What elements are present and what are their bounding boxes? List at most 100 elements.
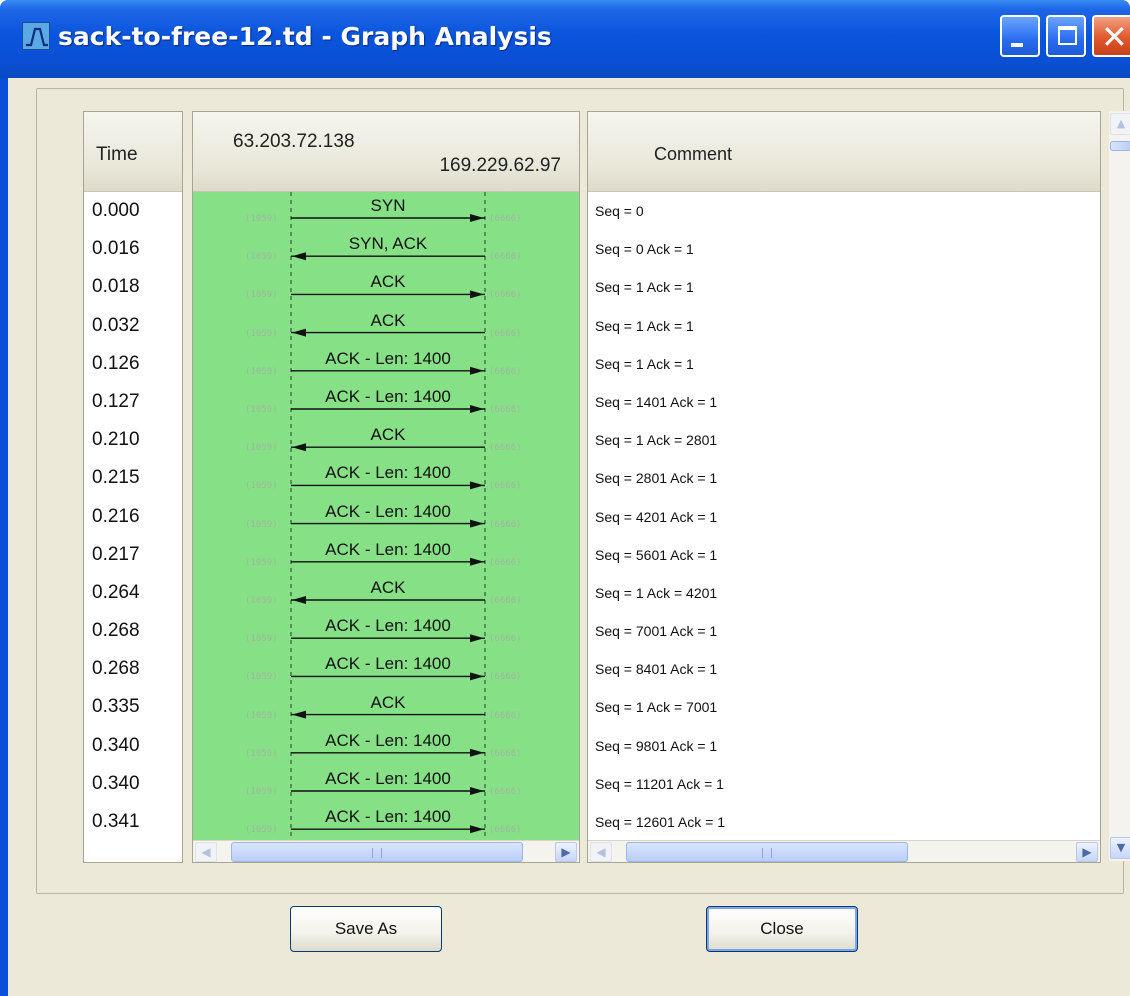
comment-cell[interactable]: Seq = 0 Ack = 1 (588, 230, 1100, 268)
scroll-right-icon[interactable]: ▶ (555, 842, 577, 862)
time-header-label: Time (96, 144, 138, 165)
graph-analysis-window: sack-to-free-12.td - Graph Analysis ✕ Ti… (0, 0, 1130, 996)
time-cell: 0.217 (92, 543, 140, 565)
flow-arrow-label: ACK - Len: 1400 (325, 769, 451, 788)
flow-arrow-label: ACK - Len: 1400 (325, 387, 451, 406)
time-cell: 0.210 (92, 429, 140, 451)
hosts-header: 63.203.72.138 169.229.62.97 (193, 112, 579, 192)
comment-cell[interactable]: Seq = 4201 Ack = 1 (588, 498, 1100, 536)
comment-cell[interactable]: Seq = 1 Ack = 2801 (588, 421, 1100, 459)
port-right-label: (6666) (489, 672, 522, 683)
maximize-button[interactable] (1046, 15, 1086, 57)
port-left-label: (1059) (245, 825, 278, 836)
time-cell: 0.268 (92, 620, 140, 642)
window-title: sack-to-free-12.td - Graph Analysis (58, 22, 552, 51)
title-bar[interactable]: sack-to-free-12.td - Graph Analysis ✕ (0, 0, 1130, 78)
port-right-label: (6666) (489, 748, 522, 759)
time-cell: 0.215 (92, 467, 140, 489)
scroll-right-icon[interactable]: ▶ (1076, 842, 1098, 862)
port-right-label: (6666) (489, 252, 522, 263)
scroll-down-icon[interactable]: ▼ (1110, 837, 1130, 859)
host-right-address: 169.229.62.97 (439, 155, 561, 176)
comment-cell[interactable]: Seq = 1 Ack = 4201 (588, 574, 1100, 612)
vertical-scroll-thumb[interactable] (1110, 141, 1130, 151)
flow-arrow-label: ACK - Len: 1400 (325, 807, 451, 827)
flow-arrow-label: ACK (370, 692, 406, 712)
flow-arrow-label: ACK - Len: 1400 (325, 501, 451, 521)
graph-scroll-thumb[interactable] (231, 842, 523, 862)
flow-arrow-label: ACK - Len: 1400 (325, 539, 451, 559)
port-left-label: (1059) (245, 405, 278, 415)
comment-cell[interactable]: Seq = 1 Ack = 1 (588, 307, 1100, 345)
comment-list: Seq = 0 Seq = 0 Ack = 1 Seq = 1 Ack = 1 Seq… (588, 192, 1100, 841)
port-right-label: (6666) (489, 519, 522, 530)
comment-pane: Comment Seq = 0 Seq = 0 Ack = 1 Seq = 1 Ac… (587, 111, 1101, 863)
comment-cell[interactable]: Seq = 2801 Ack = 1 (588, 459, 1100, 497)
comment-cell[interactable]: Seq = 9801 Ack = 1 (588, 727, 1100, 765)
port-left-label: (1059) (245, 328, 278, 339)
time-cell: 0.341 (92, 811, 140, 832)
scroll-up-icon[interactable]: ▲ (1110, 113, 1130, 135)
port-right-label: (6666) (489, 481, 522, 492)
port-left-label: (1059) (245, 748, 278, 759)
close-button[interactable]: Close (706, 906, 858, 952)
flow-arrow-label: ACK - Len: 1400 (325, 654, 451, 674)
comment-cell[interactable]: Seq = 11201 Ack = 1 (588, 765, 1100, 803)
maximize-icon (1058, 26, 1077, 45)
port-left-label: (1059) (245, 710, 278, 721)
port-right-label: (6666) (489, 596, 522, 606)
close-window-button[interactable]: ✕ (1092, 15, 1130, 57)
flow-arrow-label: ACK (370, 578, 406, 597)
port-right-label: (6666) (489, 787, 522, 797)
time-column-header: Time (84, 112, 182, 192)
scroll-left-icon[interactable]: ◀ (195, 842, 217, 862)
comment-cell[interactable]: Seq = 7001 Ack = 1 (588, 612, 1100, 650)
host-left-address: 63.203.72.138 (233, 131, 355, 152)
comment-cell[interactable]: Seq = 0 (588, 192, 1100, 230)
grip-icon (372, 848, 382, 858)
time-cell: 0.264 (92, 581, 140, 603)
flow-arrow-label: ACK (370, 272, 406, 292)
port-left-label: (1059) (245, 443, 278, 454)
scroll-left-icon[interactable]: ◀ (590, 842, 612, 862)
time-cell: 0.335 (92, 696, 140, 718)
port-right-label: (6666) (489, 214, 522, 224)
minimize-icon (1011, 43, 1023, 47)
time-cell: 0.126 (92, 352, 140, 374)
port-right-label: (6666) (489, 634, 522, 645)
flow-graph[interactable]: SYN (1059) (6666) SYN, ACK (1059) (6666) ACK (1… (193, 192, 579, 842)
comment-horizontal-scrollbar[interactable]: ◀ ▶ (588, 840, 1100, 862)
dialog-client-area: Time 0.000 0.016 0.018 0.032 0.126 0.127 0.210… (8, 78, 1130, 996)
time-pane: Time 0.000 0.016 0.018 0.032 0.126 0.127 0.210… (83, 111, 183, 863)
port-right-label: (6666) (489, 328, 522, 339)
time-cell: 0.268 (92, 658, 140, 680)
minimize-button[interactable] (1000, 15, 1040, 57)
port-left-label: (1059) (245, 519, 278, 530)
time-cell: 0.016 (92, 238, 140, 260)
time-cell: 0.032 (92, 314, 140, 336)
port-right-label: (6666) (489, 825, 522, 836)
comment-cell[interactable]: Seq = 12601 Ack = 1 (588, 803, 1100, 841)
flow-arrow-label: SYN, ACK (348, 234, 428, 254)
port-left-label: (1059) (245, 252, 278, 263)
comment-cell[interactable]: Seq = 8401 Ack = 1 (588, 650, 1100, 688)
port-right-label: (6666) (489, 290, 522, 301)
graph-horizontal-scrollbar[interactable]: ◀ ▶ (193, 840, 579, 862)
flow-arrow-label: ACK - Len: 1400 (325, 463, 451, 483)
vertical-scrollbar[interactable]: ▲ ▼ (1109, 111, 1130, 861)
port-left-label: (1059) (245, 481, 278, 492)
comment-cell[interactable]: Seq = 5601 Ack = 1 (588, 536, 1100, 574)
comment-scroll-thumb[interactable] (626, 842, 908, 862)
save-as-button[interactable]: Save As (290, 906, 442, 952)
flow-arrow-label: ACK - Len: 1400 (325, 730, 451, 750)
flow-arrow-label: SYN (370, 196, 406, 215)
time-cell: 0.340 (92, 734, 140, 756)
graph-group-frame: Time 0.000 0.016 0.018 0.032 0.126 0.127 0.210… (36, 88, 1130, 894)
time-cell: 0.127 (92, 390, 140, 412)
comment-cell[interactable]: Seq = 1 Ack = 7001 (588, 688, 1100, 726)
comment-cell[interactable]: Seq = 1 Ack = 1 (588, 268, 1100, 306)
comment-cell[interactable]: Seq = 1401 Ack = 1 (588, 383, 1100, 421)
port-left-label: (1059) (245, 214, 278, 224)
port-left-label: (1059) (245, 366, 278, 377)
comment-cell[interactable]: Seq = 1 Ack = 1 (588, 345, 1100, 383)
